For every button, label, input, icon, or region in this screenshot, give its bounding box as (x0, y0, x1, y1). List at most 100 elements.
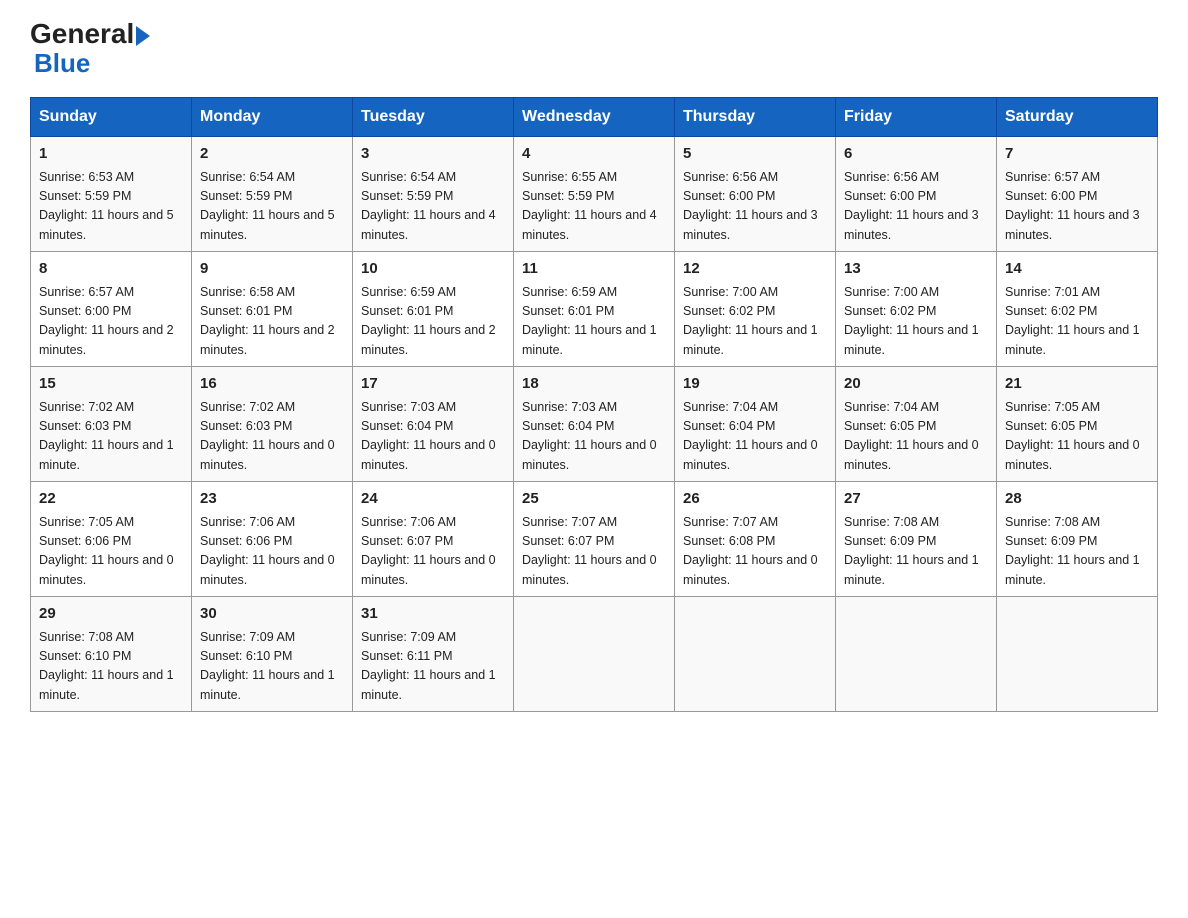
col-header-sunday: Sunday (31, 98, 192, 137)
day-number: 23 (200, 488, 344, 511)
calendar-cell: 18 Sunrise: 7:03 AMSunset: 6:04 PMDaylig… (514, 367, 675, 482)
day-number: 26 (683, 488, 827, 511)
day-number: 13 (844, 258, 988, 281)
calendar-cell: 27 Sunrise: 7:08 AMSunset: 6:09 PMDaylig… (836, 482, 997, 597)
day-info: Sunrise: 6:54 AMSunset: 5:59 PMDaylight:… (361, 168, 505, 246)
col-header-monday: Monday (192, 98, 353, 137)
calendar-week-row: 29 Sunrise: 7:08 AMSunset: 6:10 PMDaylig… (31, 597, 1158, 712)
calendar-cell: 1 Sunrise: 6:53 AMSunset: 5:59 PMDayligh… (31, 137, 192, 252)
day-number: 28 (1005, 488, 1149, 511)
day-info: Sunrise: 6:54 AMSunset: 5:59 PMDaylight:… (200, 168, 344, 246)
day-info: Sunrise: 6:57 AMSunset: 6:00 PMDaylight:… (1005, 168, 1149, 246)
day-info: Sunrise: 7:09 AMSunset: 6:11 PMDaylight:… (361, 628, 505, 706)
day-number: 30 (200, 603, 344, 626)
calendar-cell: 11 Sunrise: 6:59 AMSunset: 6:01 PMDaylig… (514, 252, 675, 367)
day-number: 18 (522, 373, 666, 396)
page-header: General Blue (30, 20, 1158, 79)
day-number: 12 (683, 258, 827, 281)
day-info: Sunrise: 7:04 AMSunset: 6:05 PMDaylight:… (844, 398, 988, 476)
calendar-week-row: 15 Sunrise: 7:02 AMSunset: 6:03 PMDaylig… (31, 367, 1158, 482)
calendar-cell: 22 Sunrise: 7:05 AMSunset: 6:06 PMDaylig… (31, 482, 192, 597)
day-info: Sunrise: 7:02 AMSunset: 6:03 PMDaylight:… (39, 398, 183, 476)
day-info: Sunrise: 7:06 AMSunset: 6:06 PMDaylight:… (200, 513, 344, 591)
day-number: 11 (522, 258, 666, 281)
calendar-cell: 13 Sunrise: 7:00 AMSunset: 6:02 PMDaylig… (836, 252, 997, 367)
calendar-cell: 7 Sunrise: 6:57 AMSunset: 6:00 PMDayligh… (997, 137, 1158, 252)
day-number: 3 (361, 143, 505, 166)
calendar-cell: 30 Sunrise: 7:09 AMSunset: 6:10 PMDaylig… (192, 597, 353, 712)
calendar-table: SundayMondayTuesdayWednesdayThursdayFrid… (30, 97, 1158, 712)
calendar-cell: 26 Sunrise: 7:07 AMSunset: 6:08 PMDaylig… (675, 482, 836, 597)
day-number: 22 (39, 488, 183, 511)
day-info: Sunrise: 7:07 AMSunset: 6:08 PMDaylight:… (683, 513, 827, 591)
day-info: Sunrise: 7:05 AMSunset: 6:06 PMDaylight:… (39, 513, 183, 591)
day-number: 24 (361, 488, 505, 511)
day-info: Sunrise: 7:09 AMSunset: 6:10 PMDaylight:… (200, 628, 344, 706)
calendar-cell: 10 Sunrise: 6:59 AMSunset: 6:01 PMDaylig… (353, 252, 514, 367)
day-number: 8 (39, 258, 183, 281)
calendar-header-row: SundayMondayTuesdayWednesdayThursdayFrid… (31, 98, 1158, 137)
day-number: 5 (683, 143, 827, 166)
day-number: 1 (39, 143, 183, 166)
day-info: Sunrise: 6:59 AMSunset: 6:01 PMDaylight:… (522, 283, 666, 361)
day-info: Sunrise: 7:00 AMSunset: 6:02 PMDaylight:… (683, 283, 827, 361)
calendar-cell: 16 Sunrise: 7:02 AMSunset: 6:03 PMDaylig… (192, 367, 353, 482)
calendar-cell: 14 Sunrise: 7:01 AMSunset: 6:02 PMDaylig… (997, 252, 1158, 367)
calendar-cell: 21 Sunrise: 7:05 AMSunset: 6:05 PMDaylig… (997, 367, 1158, 482)
day-info: Sunrise: 7:05 AMSunset: 6:05 PMDaylight:… (1005, 398, 1149, 476)
day-info: Sunrise: 7:06 AMSunset: 6:07 PMDaylight:… (361, 513, 505, 591)
calendar-cell: 23 Sunrise: 7:06 AMSunset: 6:06 PMDaylig… (192, 482, 353, 597)
day-number: 2 (200, 143, 344, 166)
calendar-cell: 6 Sunrise: 6:56 AMSunset: 6:00 PMDayligh… (836, 137, 997, 252)
day-number: 21 (1005, 373, 1149, 396)
day-info: Sunrise: 6:58 AMSunset: 6:01 PMDaylight:… (200, 283, 344, 361)
calendar-cell: 2 Sunrise: 6:54 AMSunset: 5:59 PMDayligh… (192, 137, 353, 252)
col-header-wednesday: Wednesday (514, 98, 675, 137)
logo-general-text: General (30, 20, 134, 48)
calendar-cell: 4 Sunrise: 6:55 AMSunset: 5:59 PMDayligh… (514, 137, 675, 252)
calendar-cell: 12 Sunrise: 7:00 AMSunset: 6:02 PMDaylig… (675, 252, 836, 367)
day-info: Sunrise: 7:08 AMSunset: 6:09 PMDaylight:… (1005, 513, 1149, 591)
day-number: 6 (844, 143, 988, 166)
calendar-week-row: 22 Sunrise: 7:05 AMSunset: 6:06 PMDaylig… (31, 482, 1158, 597)
day-info: Sunrise: 7:03 AMSunset: 6:04 PMDaylight:… (522, 398, 666, 476)
logo: General Blue (30, 20, 150, 79)
col-header-thursday: Thursday (675, 98, 836, 137)
day-info: Sunrise: 7:03 AMSunset: 6:04 PMDaylight:… (361, 398, 505, 476)
day-number: 20 (844, 373, 988, 396)
logo-blue-text: Blue (34, 48, 90, 78)
day-info: Sunrise: 6:55 AMSunset: 5:59 PMDaylight:… (522, 168, 666, 246)
day-info: Sunrise: 6:56 AMSunset: 6:00 PMDaylight:… (683, 168, 827, 246)
day-number: 15 (39, 373, 183, 396)
calendar-cell: 19 Sunrise: 7:04 AMSunset: 6:04 PMDaylig… (675, 367, 836, 482)
calendar-cell: 31 Sunrise: 7:09 AMSunset: 6:11 PMDaylig… (353, 597, 514, 712)
day-info: Sunrise: 7:00 AMSunset: 6:02 PMDaylight:… (844, 283, 988, 361)
day-number: 7 (1005, 143, 1149, 166)
calendar-cell: 8 Sunrise: 6:57 AMSunset: 6:00 PMDayligh… (31, 252, 192, 367)
day-info: Sunrise: 6:59 AMSunset: 6:01 PMDaylight:… (361, 283, 505, 361)
day-info: Sunrise: 7:08 AMSunset: 6:10 PMDaylight:… (39, 628, 183, 706)
calendar-cell: 20 Sunrise: 7:04 AMSunset: 6:05 PMDaylig… (836, 367, 997, 482)
day-number: 4 (522, 143, 666, 166)
day-info: Sunrise: 6:53 AMSunset: 5:59 PMDaylight:… (39, 168, 183, 246)
calendar-cell: 25 Sunrise: 7:07 AMSunset: 6:07 PMDaylig… (514, 482, 675, 597)
day-number: 27 (844, 488, 988, 511)
logo-arrow-icon (136, 26, 150, 46)
calendar-cell: 17 Sunrise: 7:03 AMSunset: 6:04 PMDaylig… (353, 367, 514, 482)
calendar-cell: 15 Sunrise: 7:02 AMSunset: 6:03 PMDaylig… (31, 367, 192, 482)
day-info: Sunrise: 7:08 AMSunset: 6:09 PMDaylight:… (844, 513, 988, 591)
day-number: 14 (1005, 258, 1149, 281)
calendar-week-row: 8 Sunrise: 6:57 AMSunset: 6:00 PMDayligh… (31, 252, 1158, 367)
calendar-cell: 28 Sunrise: 7:08 AMSunset: 6:09 PMDaylig… (997, 482, 1158, 597)
day-number: 9 (200, 258, 344, 281)
calendar-cell (997, 597, 1158, 712)
calendar-cell (675, 597, 836, 712)
calendar-cell: 9 Sunrise: 6:58 AMSunset: 6:01 PMDayligh… (192, 252, 353, 367)
col-header-friday: Friday (836, 98, 997, 137)
day-info: Sunrise: 7:01 AMSunset: 6:02 PMDaylight:… (1005, 283, 1149, 361)
col-header-saturday: Saturday (997, 98, 1158, 137)
col-header-tuesday: Tuesday (353, 98, 514, 137)
day-number: 29 (39, 603, 183, 626)
day-number: 19 (683, 373, 827, 396)
calendar-cell: 29 Sunrise: 7:08 AMSunset: 6:10 PMDaylig… (31, 597, 192, 712)
